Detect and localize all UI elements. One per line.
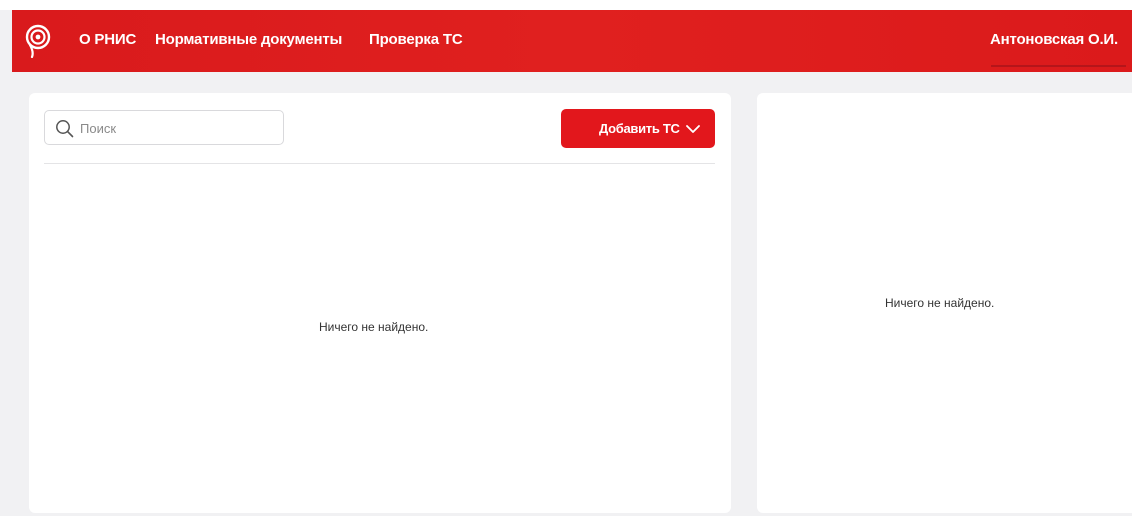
top-strip: [0, 0, 1132, 10]
vehicles-list-panel: Добавить ТС Ничего не найдено.: [29, 93, 731, 513]
add-vehicle-button-label: Добавить ТС: [599, 121, 680, 136]
empty-list-message: Ничего не найдено.: [319, 320, 429, 334]
add-vehicle-button[interactable]: Добавить ТС: [561, 109, 715, 148]
empty-details-message: Ничего не найдено.: [885, 296, 995, 310]
search-icon: [56, 120, 74, 138]
nav-about-rnis[interactable]: О РНИС: [79, 31, 136, 48]
search-input[interactable]: [80, 117, 275, 139]
list-divider: [44, 163, 715, 164]
rnis-logo-icon[interactable]: [24, 24, 52, 58]
details-panel: Ничего не найдено.: [757, 93, 1132, 513]
app-frame: О РНИС Нормативные документы Проверка ТС…: [0, 0, 1132, 516]
search-field[interactable]: [44, 110, 284, 145]
chevron-down-icon[interactable]: [685, 124, 701, 134]
user-menu-underline: [991, 65, 1126, 67]
nav-regulatory-documents[interactable]: Нормативные документы: [155, 31, 342, 48]
user-menu[interactable]: Антоновская О.И.: [990, 31, 1118, 48]
nav-vehicle-check[interactable]: Проверка ТС: [369, 31, 463, 48]
top-header: О РНИС Нормативные документы Проверка ТС…: [12, 10, 1132, 72]
